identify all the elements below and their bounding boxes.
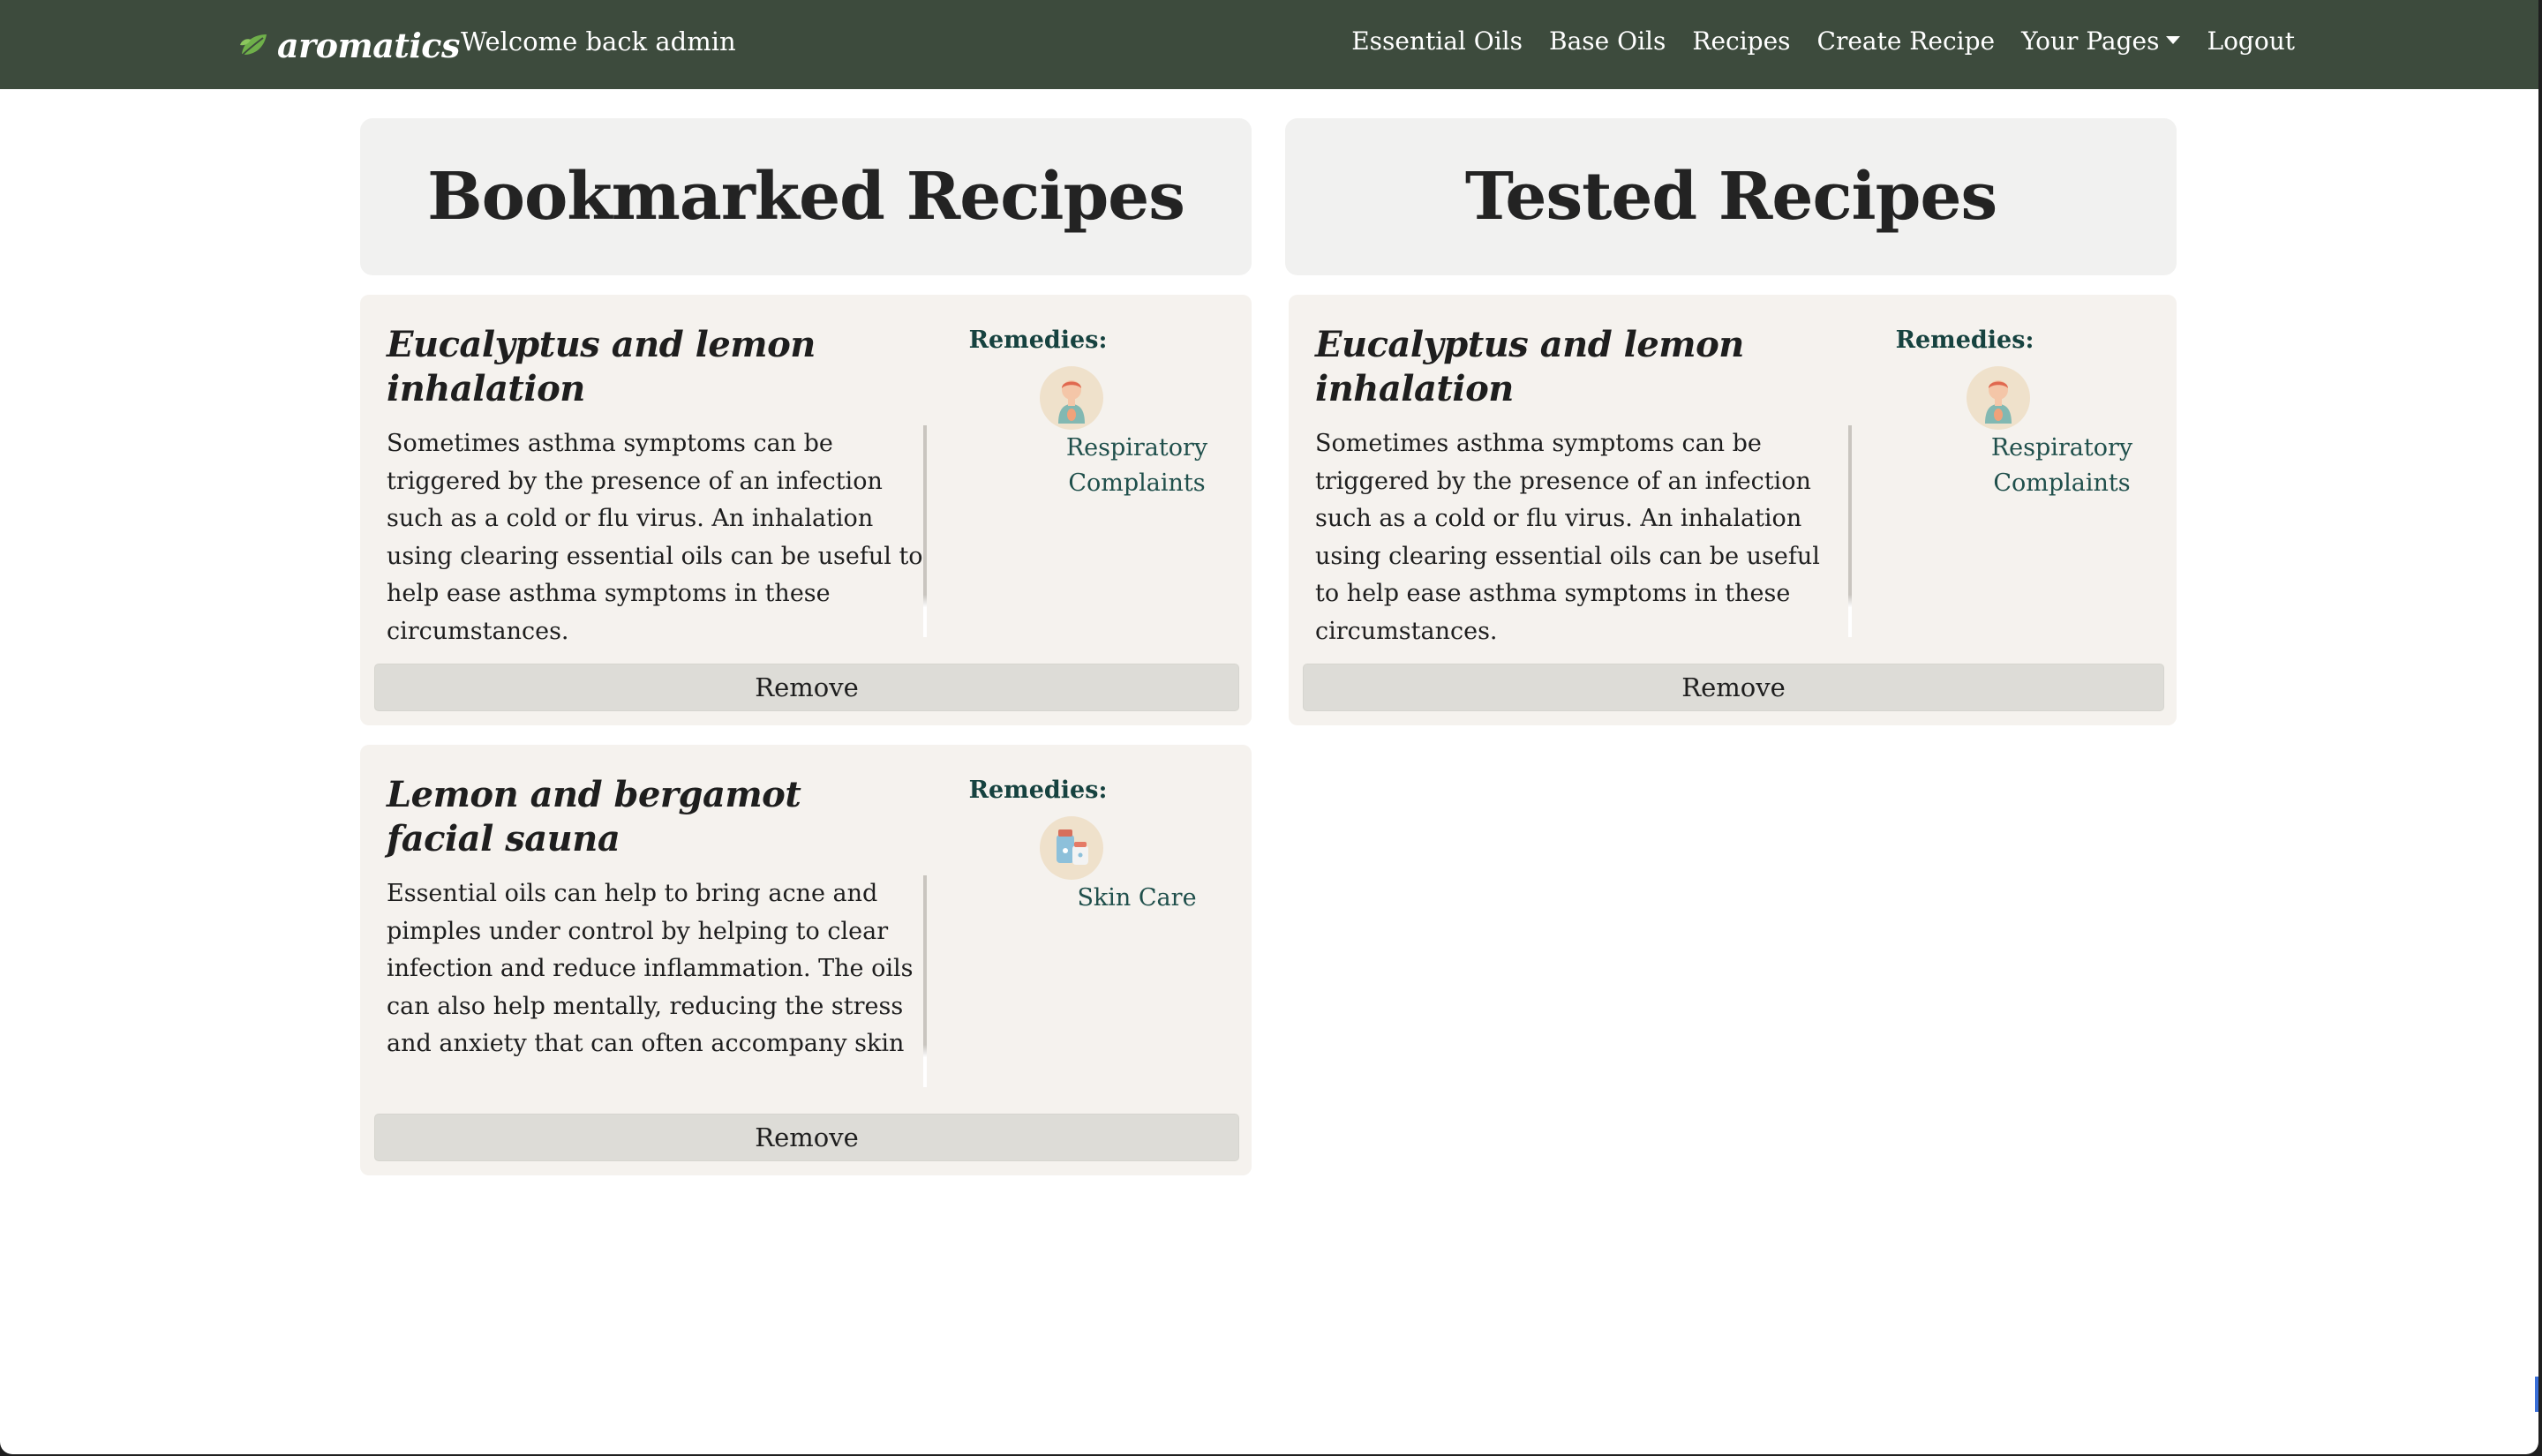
nav-base-oils[interactable]: Base Oils xyxy=(1549,26,1666,56)
description-divider xyxy=(923,425,927,637)
nav-your-pages-label: Your Pages xyxy=(2021,26,2160,56)
recipe-description: Sometimes asthma symptoms can be trigger… xyxy=(387,430,923,645)
respiratory-icon[interactable] xyxy=(1966,365,2031,431)
nav-logout[interactable]: Logout xyxy=(2207,26,2295,56)
recipe-card: Eucalyptus and lemon inhalation Sometime… xyxy=(1289,295,2177,725)
bookmarked-header: Bookmarked Recipes xyxy=(360,118,1252,275)
bookmarked-title: Bookmarked Recipes xyxy=(427,159,1185,235)
remedy-link[interactable]: Respiratory Complaints xyxy=(1974,431,2150,501)
remedy-link[interactable]: Respiratory Complaints xyxy=(1049,431,1225,501)
remedy-link[interactable]: Skin Care xyxy=(1049,881,1225,916)
nav-your-pages-dropdown[interactable]: Your Pages xyxy=(2021,26,2181,56)
description-divider xyxy=(923,875,927,1087)
app-window: aromatics Welcome back admin Essential O… xyxy=(0,0,2538,1454)
brand-name: aromatics xyxy=(277,25,460,65)
top-navbar: aromatics Welcome back admin Essential O… xyxy=(0,0,2538,89)
tested-header: Tested Recipes xyxy=(1285,118,2177,275)
nav-create-recipe[interactable]: Create Recipe xyxy=(1817,26,1996,56)
caret-down-icon xyxy=(2166,36,2181,44)
recipe-title[interactable]: Eucalyptus and lemon inhalation xyxy=(387,323,881,411)
respiratory-icon[interactable] xyxy=(1039,365,1104,431)
scrollbar-edge[interactable] xyxy=(2535,1377,2538,1412)
leaf-icon xyxy=(240,34,267,56)
recipe-card: Eucalyptus and lemon inhalation Sometime… xyxy=(360,295,1252,725)
tested-title: Tested Recipes xyxy=(1464,159,1997,235)
recipe-title[interactable]: Eucalyptus and lemon inhalation xyxy=(1315,323,1809,411)
brand-logo[interactable]: aromatics xyxy=(237,21,460,69)
remove-button[interactable]: Remove xyxy=(374,1114,1239,1161)
recipe-title[interactable]: Lemon and bergamot facial sauna xyxy=(387,773,881,861)
skin-care-icon[interactable] xyxy=(1039,815,1104,881)
remedies-label: Remedies: xyxy=(1895,326,2034,354)
recipe-card: Lemon and bergamot facial sauna Essentia… xyxy=(360,745,1252,1175)
recipe-description: Sometimes asthma symptoms can be trigger… xyxy=(1315,430,1820,645)
nav-recipes[interactable]: Recipes xyxy=(1692,26,1790,56)
nav-essential-oils[interactable]: Essential Oils xyxy=(1351,26,1523,56)
nav-links: Essential Oils Base Oils Recipes Create … xyxy=(1351,26,2295,56)
description-divider xyxy=(1848,425,1852,637)
remedies-label: Remedies: xyxy=(968,777,1108,804)
welcome-message: Welcome back admin xyxy=(461,26,736,56)
remove-button[interactable]: Remove xyxy=(1303,664,2164,711)
remove-button[interactable]: Remove xyxy=(374,664,1239,711)
remedies-label: Remedies: xyxy=(968,326,1108,354)
recipe-description: Essential oils can help to bring acne an… xyxy=(387,880,914,1057)
